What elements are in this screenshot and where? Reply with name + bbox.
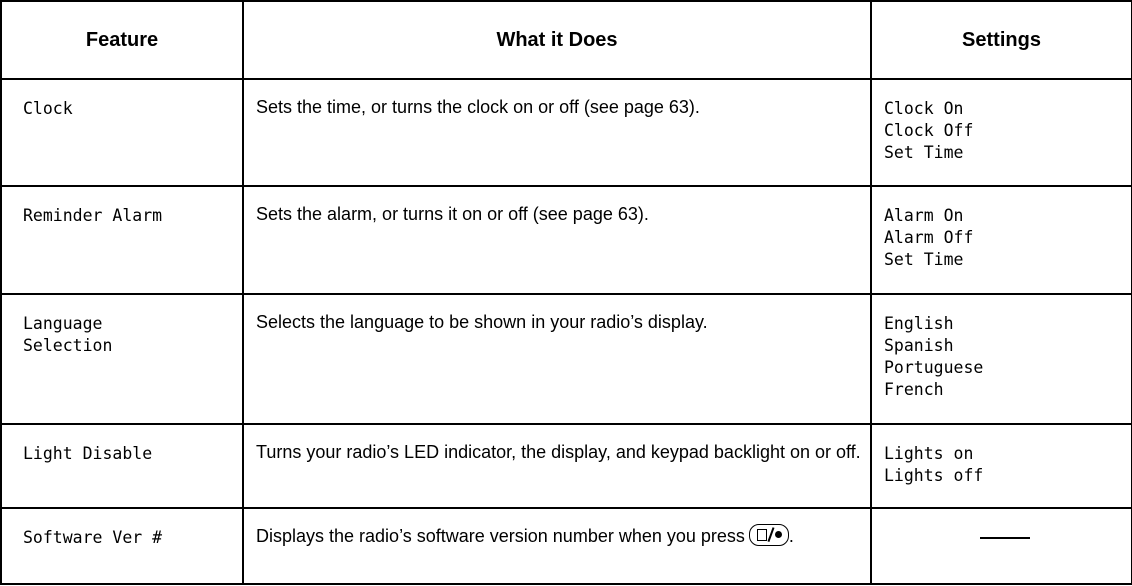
setting-option: English <box>884 314 954 333</box>
table-row: Light Disable Turns your radio’s LED ind… <box>0 423 1132 509</box>
settings-list: Lights on Lights off <box>870 423 1132 509</box>
feature-table: Feature What it Does Settings Clock Sets… <box>0 0 1132 585</box>
table-row: Clock Sets the time, or turns the clock … <box>0 78 1132 187</box>
table-row: Reminder Alarm Sets the alarm, or turns … <box>0 185 1132 295</box>
feature-description: Sets the alarm, or turns it on or off (s… <box>242 185 872 295</box>
settings-list: English Spanish Portuguese French <box>870 293 1132 425</box>
header-settings: Settings <box>870 0 1132 80</box>
setting-option: Clock Off <box>884 121 974 140</box>
setting-option: French <box>884 380 944 399</box>
setting-option: Clock On <box>884 99 964 118</box>
settings-list <box>870 507 1132 585</box>
feature-description: Turns your radio’s LED indicator, the di… <box>242 423 872 509</box>
table-header-row: Feature What it Does Settings <box>0 0 1132 80</box>
setting-option: Alarm Off <box>884 228 974 247</box>
setting-option: Lights on <box>884 444 974 463</box>
feature-name: Reminder Alarm <box>0 185 244 295</box>
table-row: Software Ver # Displays the radio’s soft… <box>0 507 1132 585</box>
setting-option: Portuguese <box>884 358 984 377</box>
settings-list: Clock On Clock Off Set Time <box>870 78 1132 187</box>
feature-name: Software Ver # <box>0 507 244 585</box>
no-settings-dash <box>979 537 1030 539</box>
setting-option: Set Time <box>884 143 964 162</box>
description-text: Displays the radio’s software version nu… <box>256 526 745 546</box>
feature-description: Selects the language to be shown in your… <box>242 293 872 425</box>
description-period: . <box>788 526 794 546</box>
feature-name: Language Selection <box>0 293 244 425</box>
setting-option: Lights off <box>884 466 984 485</box>
feature-description: Sets the time, or turns the clock on or … <box>242 78 872 187</box>
header-feature: Feature <box>0 0 244 80</box>
feature-description: Displays the radio’s software version nu… <box>242 507 872 585</box>
setting-option: Spanish <box>884 336 954 355</box>
feature-name: Light Disable <box>0 423 244 509</box>
page: Feature What it Does Settings Clock Sets… <box>0 0 1132 586</box>
table-row: Language Selection Selects the language … <box>0 293 1132 425</box>
settings-list: Alarm On Alarm Off Set Time <box>870 185 1132 295</box>
feature-name: Clock <box>0 78 244 187</box>
setting-option: Alarm On <box>884 206 964 225</box>
setting-option: Set Time <box>884 250 964 269</box>
header-what-it-does: What it Does <box>242 0 872 80</box>
menu-select-button-icon <box>748 524 789 546</box>
